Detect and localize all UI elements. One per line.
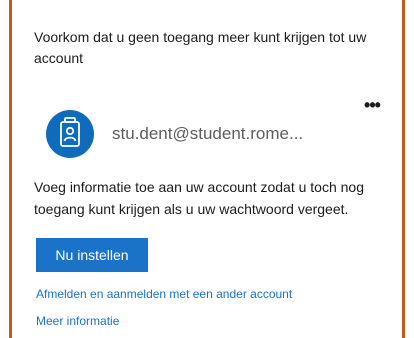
- id-badge-icon: [60, 117, 80, 147]
- switch-account-link[interactable]: Afmelden en aanmelden met een ander acco…: [36, 286, 292, 302]
- setup-now-button[interactable]: Nu instellen: [36, 238, 148, 272]
- account-email: stu.dent@student.rome...: [112, 124, 304, 143]
- avatar: [46, 110, 94, 158]
- account-row: stu.dent@student.rome...: [34, 110, 384, 158]
- prompt-heading: Voorkom dat u geen toegang meer kunt kri…: [34, 29, 367, 66]
- more-options-button[interactable]: •••: [360, 96, 384, 116]
- setup-prompt-card: Voorkom dat u geen toegang meer kunt kri…: [9, 0, 405, 338]
- more-info-link[interactable]: Meer informatie: [36, 313, 119, 329]
- info-text: Voeg informatie toe aan uw account zodat…: [34, 179, 365, 217]
